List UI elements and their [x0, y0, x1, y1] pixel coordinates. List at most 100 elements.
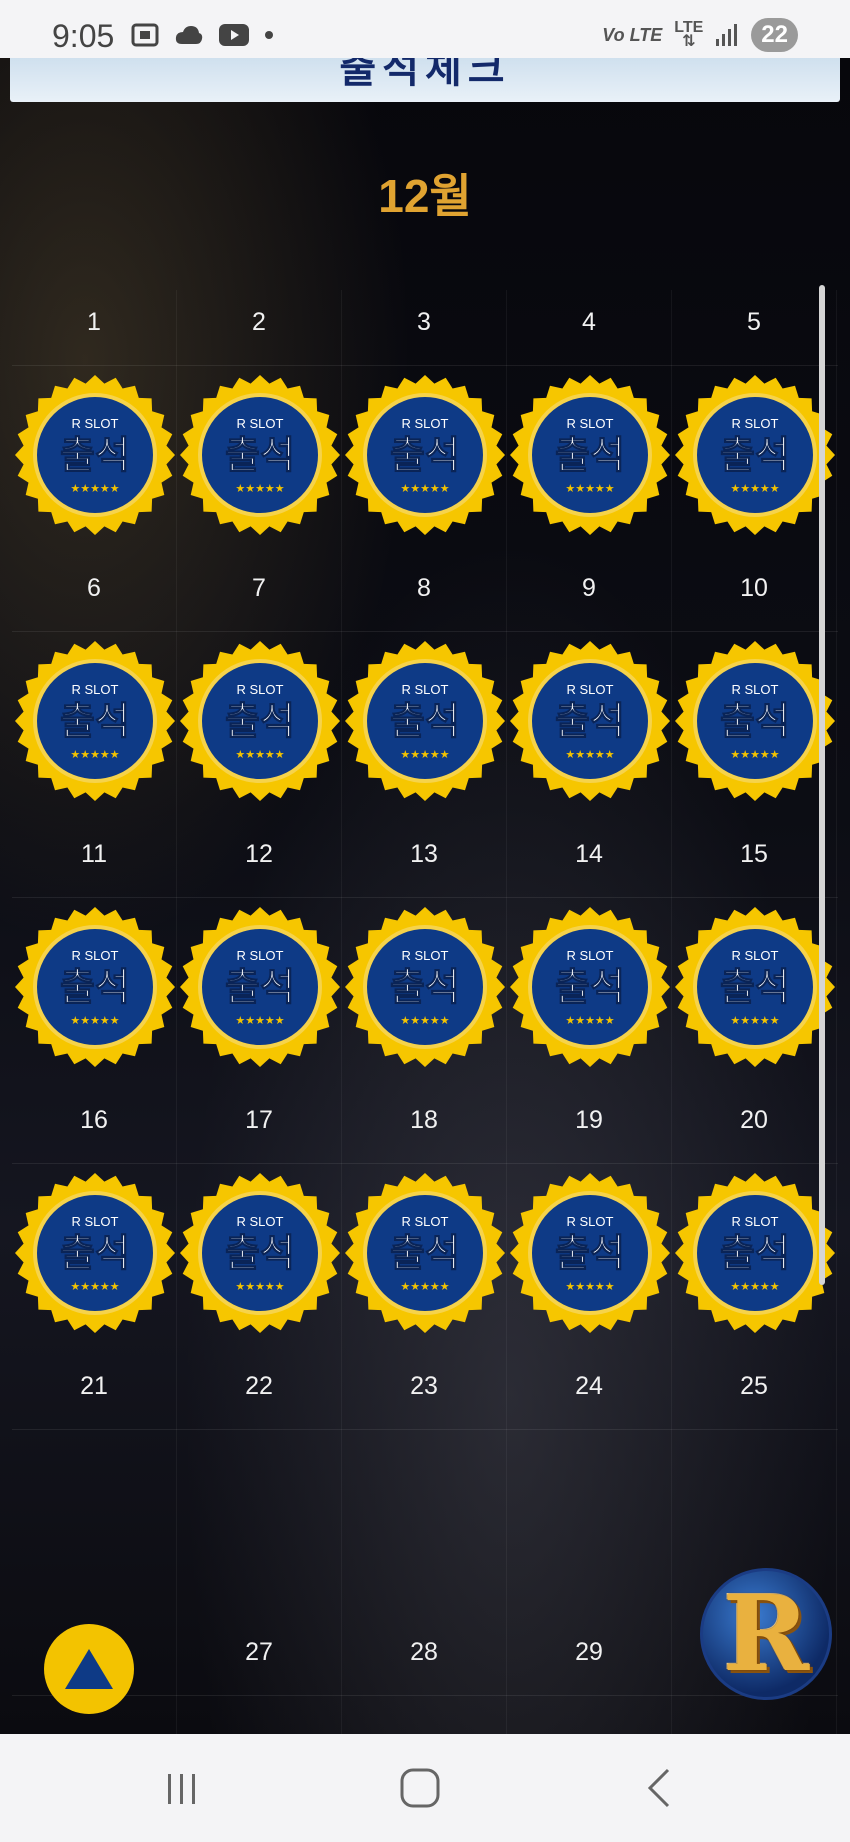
attendance-stamp: R SLOT 출석 ★★★★★ — [675, 907, 835, 1067]
attendance-stamp: R SLOT 출석 ★★★★★ — [180, 1173, 340, 1333]
calendar-day-cell[interactable]: 4 R SLOT 출석 ★★★★★ — [507, 290, 672, 556]
calendar-day-cell[interactable]: 27 — [177, 1620, 342, 1734]
calendar-day-cell[interactable]: 6 R SLOT 출석 ★★★★★ — [12, 556, 177, 822]
youtube-icon — [219, 24, 249, 46]
day-number: 21 — [80, 1372, 108, 1400]
home-icon — [400, 1768, 440, 1808]
day-number: 16 — [80, 1106, 108, 1134]
calendar-day-cell[interactable]: 11 R SLOT 출석 ★★★★★ — [12, 822, 177, 1088]
dot-icon — [265, 31, 273, 39]
home-button[interactable] — [390, 1758, 450, 1818]
stamp-brand: R SLOT — [732, 948, 779, 963]
attendance-stamp: R SLOT 출석 ★★★★★ — [15, 375, 175, 535]
calendar-day-cell[interactable]: 20 R SLOT 출석 ★★★★★ — [672, 1088, 837, 1354]
attendance-stamp: R SLOT 출석 ★★★★★ — [15, 1173, 175, 1333]
calendar-week: 21 22 23 24 25 — [12, 1354, 838, 1620]
stamp-brand: R SLOT — [402, 948, 449, 963]
stamp-label: 출석 — [60, 699, 130, 743]
day-number: 4 — [582, 308, 596, 336]
stamp-stars: ★★★★★ — [235, 1014, 284, 1027]
stamp-stars: ★★★★★ — [565, 748, 614, 761]
calendar-week: 1 R SLOT 출석 ★★★★★ 2 R SLOT 출석 ★★★★★ 3 R … — [12, 290, 838, 556]
cloud-icon — [175, 26, 203, 44]
back-button[interactable] — [630, 1758, 690, 1818]
day-number: 22 — [245, 1372, 273, 1400]
stamp-label: 출석 — [720, 1231, 790, 1275]
stamp-brand: R SLOT — [237, 1214, 284, 1229]
stamp-label: 출석 — [390, 1231, 460, 1275]
stamp-brand: R SLOT — [237, 416, 284, 431]
day-number: 7 — [252, 574, 266, 602]
calendar-day-cell[interactable]: 12 R SLOT 출석 ★★★★★ — [177, 822, 342, 1088]
calendar-day-cell[interactable]: 2 R SLOT 출석 ★★★★★ — [177, 290, 342, 556]
stamp-label: 출석 — [720, 433, 790, 477]
calendar-day-cell[interactable]: 18 R SLOT 출석 ★★★★★ — [342, 1088, 507, 1354]
stamp-brand: R SLOT — [72, 1214, 119, 1229]
attendance-stamp: R SLOT 출석 ★★★★★ — [510, 907, 670, 1067]
attendance-stamp: R SLOT 출석 ★★★★★ — [675, 1173, 835, 1333]
day-number: 25 — [740, 1372, 768, 1400]
calendar-day-cell[interactable]: 16 R SLOT 출석 ★★★★★ — [12, 1088, 177, 1354]
attendance-stamp: R SLOT 출석 ★★★★★ — [510, 1173, 670, 1333]
calendar-day-cell[interactable]: 9 R SLOT 출석 ★★★★★ — [507, 556, 672, 822]
calendar-day-cell[interactable]: 13 R SLOT 출석 ★★★★★ — [342, 822, 507, 1088]
stamp-stars: ★★★★★ — [400, 748, 449, 761]
attendance-stamp: R SLOT 출석 ★★★★★ — [675, 375, 835, 535]
stamp-brand: R SLOT — [732, 1214, 779, 1229]
day-number: 17 — [245, 1106, 273, 1134]
stamp-label: 출석 — [390, 433, 460, 477]
stamp-label: 출석 — [555, 433, 625, 477]
stamp-stars: ★★★★★ — [730, 1280, 779, 1293]
r-slot-logo-button[interactable]: R — [700, 1568, 832, 1700]
stamp-brand: R SLOT — [72, 948, 119, 963]
day-number: 5 — [747, 308, 761, 336]
recents-icon — [168, 1774, 195, 1804]
scrollbar[interactable] — [819, 285, 825, 1285]
calendar-day-cell[interactable]: 14 R SLOT 출석 ★★★★★ — [507, 822, 672, 1088]
stamp-stars: ★★★★★ — [70, 1014, 119, 1027]
calendar-day-cell[interactable]: 5 R SLOT 출석 ★★★★★ — [672, 290, 837, 556]
scroll-top-button[interactable] — [44, 1624, 134, 1714]
stamp-stars: ★★★★★ — [730, 748, 779, 761]
attendance-stamp: R SLOT 출석 ★★★★★ — [180, 907, 340, 1067]
stamp-stars: ★★★★★ — [235, 1280, 284, 1293]
calendar-day-cell[interactable]: 10 R SLOT 출석 ★★★★★ — [672, 556, 837, 822]
stamp-stars: ★★★★★ — [70, 1280, 119, 1293]
screenshot-icon — [131, 23, 159, 47]
day-number: 13 — [410, 840, 438, 868]
day-number: 19 — [575, 1106, 603, 1134]
status-icons-left — [130, 22, 274, 48]
calendar-day-cell[interactable]: 17 R SLOT 출석 ★★★★★ — [177, 1088, 342, 1354]
stamp-stars: ★★★★★ — [565, 1014, 614, 1027]
recents-button[interactable] — [152, 1758, 212, 1818]
calendar-day-cell[interactable]: 23 — [342, 1354, 507, 1620]
stamp-label: 출석 — [390, 699, 460, 743]
calendar-day-cell[interactable]: 19 R SLOT 출석 ★★★★★ — [507, 1088, 672, 1354]
attendance-stamp: R SLOT 출석 ★★★★★ — [15, 907, 175, 1067]
stamp-label: 출석 — [720, 699, 790, 743]
day-number: 2 — [252, 308, 266, 336]
stamp-stars: ★★★★★ — [400, 1280, 449, 1293]
calendar-day-cell[interactable]: 22 — [177, 1354, 342, 1620]
event-banner[interactable]: 출석체크 — [10, 58, 840, 102]
attendance-stamp: R SLOT 출석 ★★★★★ — [345, 907, 505, 1067]
calendar-day-cell[interactable]: 7 R SLOT 출석 ★★★★★ — [177, 556, 342, 822]
calendar-day-cell[interactable]: 24 — [507, 1354, 672, 1620]
day-number: 11 — [81, 840, 107, 868]
calendar-week: 11 R SLOT 출석 ★★★★★ 12 R SLOT 출석 ★★★★★ 13… — [12, 822, 838, 1088]
attendance-stamp: R SLOT 출석 ★★★★★ — [15, 641, 175, 801]
stamp-brand: R SLOT — [237, 682, 284, 697]
day-number: 20 — [740, 1106, 768, 1134]
lte-label: LTE — [674, 19, 704, 36]
day-number: 27 — [245, 1638, 273, 1666]
calendar-day-cell[interactable]: 28 — [342, 1620, 507, 1734]
day-number: 8 — [417, 574, 431, 602]
calendar-day-cell[interactable]: 8 R SLOT 출석 ★★★★★ — [342, 556, 507, 822]
calendar-day-cell[interactable]: 21 — [12, 1354, 177, 1620]
calendar-day-cell[interactable]: 15 R SLOT 출석 ★★★★★ — [672, 822, 837, 1088]
stamp-stars: ★★★★★ — [400, 482, 449, 495]
calendar-day-cell[interactable]: 3 R SLOT 출석 ★★★★★ — [342, 290, 507, 556]
triangle-up-icon — [65, 1649, 113, 1689]
calendar-day-cell[interactable]: 1 R SLOT 출석 ★★★★★ — [12, 290, 177, 556]
calendar-day-cell[interactable]: 29 — [507, 1620, 672, 1734]
